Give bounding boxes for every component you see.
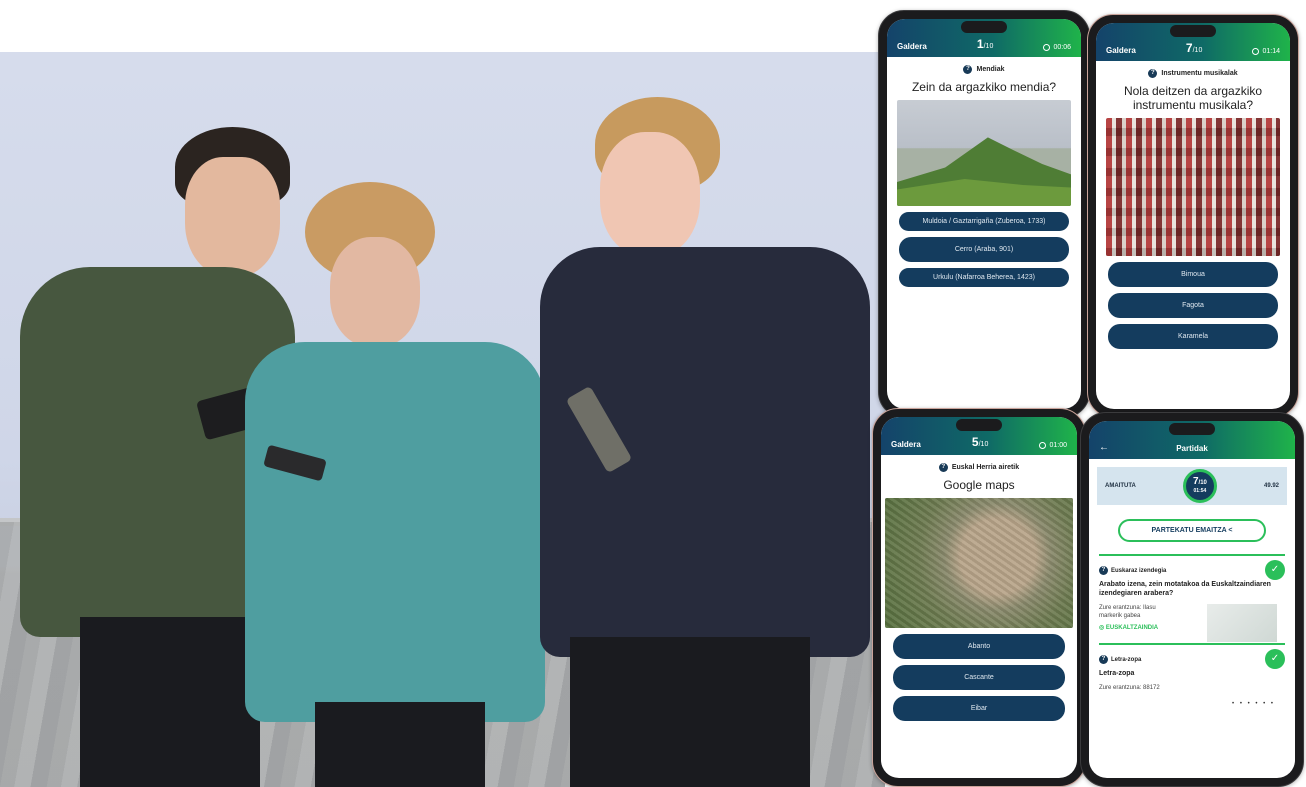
answer-button[interactable]: Bimoua	[1108, 262, 1278, 287]
phone-screen-question-7: Galdera 7/10 01:14 ? Instrumentu musikala…	[1087, 14, 1299, 418]
girl-pants	[570, 637, 810, 787]
question-category: ? Mendiak	[887, 65, 1081, 74]
check-icon: ✓	[1265, 649, 1285, 669]
score-summary: AMAITUTA 7/10 01:54 49.92	[1097, 467, 1287, 505]
question-text: Nola deitzen da argazkiko instrumentu mu…	[1123, 84, 1263, 112]
status-label: AMAITUTA	[1105, 483, 1136, 489]
screen-title: Partidak	[1176, 444, 1208, 453]
phone-notch	[956, 419, 1002, 431]
question-category: ? Euskal Herria airetik	[881, 463, 1077, 472]
screen-title: Galdera	[897, 42, 927, 51]
info-icon: ?	[938, 463, 948, 472]
timer: 00:06	[1043, 44, 1071, 51]
question-text: Zein da argazkiko mendia?	[911, 80, 1057, 94]
woman-face	[330, 237, 420, 347]
clock-icon	[1252, 48, 1260, 55]
answer-list: Muldoia / Gaztarrigaña (Zuberoa, 1733) C…	[887, 206, 1081, 287]
clock-icon	[1039, 442, 1047, 449]
divider	[1099, 643, 1285, 645]
question-counter: 7/10	[1185, 41, 1203, 55]
question-text: Google maps	[943, 478, 1015, 492]
girl-jacket	[540, 247, 870, 657]
entry-answer: Zure erantzuna: 88172	[1099, 685, 1160, 691]
answer-button[interactable]: Abanto	[893, 634, 1065, 659]
timer: 01:14	[1252, 48, 1280, 55]
phone-screen-question-1: Galdera 1/10 00:06 ? Mendiak Zein da arga…	[878, 10, 1090, 418]
woman-figure	[245, 182, 545, 787]
question-category: ? Instrumentu musikalak	[1096, 69, 1290, 78]
girl-face	[600, 132, 700, 257]
mountain-image	[897, 100, 1071, 206]
question-counter: 5/10	[971, 435, 989, 449]
question-counter: 1/10	[976, 37, 994, 51]
woman-pants	[315, 702, 485, 787]
answer-button[interactable]: Muldoia / Gaztarrigaña (Zuberoa, 1733)	[899, 212, 1069, 231]
phone-screen-results: ← Partidak AMAITUTA 7/10 01:54 49.92 PAR…	[1080, 412, 1304, 787]
check-icon: ✓	[1265, 560, 1285, 580]
phone-notch	[961, 21, 1007, 33]
phone-notch	[1170, 25, 1216, 37]
info-icon: ?	[1148, 69, 1158, 78]
share-icon: <	[1228, 527, 1233, 534]
back-arrow-icon[interactable]: ←	[1099, 442, 1109, 453]
answer-button[interactable]: Cerro (Araba, 901)	[899, 237, 1069, 262]
phone-screen-question-5: Galdera 5/10 01:00 ? Euskal Herria aireti…	[872, 408, 1086, 787]
entry-question: Arabato izena, zein motatakoa da Euskalt…	[1099, 581, 1271, 597]
app-screen: Galdera 7/10 01:14 ? Instrumentu musikala…	[1096, 23, 1290, 409]
timer: 01:00	[1039, 442, 1067, 449]
entry-answer: Zure erantzuna: Ilasu markerik gabea	[1099, 605, 1156, 619]
satellite-map-image	[885, 498, 1073, 628]
entry-question: Letra-zopa	[1099, 670, 1135, 677]
entry-thumbnail	[1207, 604, 1277, 642]
woman-jacket	[245, 342, 545, 722]
answer-button[interactable]: Karamela	[1108, 324, 1278, 349]
app-screen: Galdera 5/10 01:00 ? Euskal Herria aireti…	[881, 417, 1077, 778]
share-result-button[interactable]: PARTEKATU EMAITZA <	[1118, 519, 1266, 542]
answer-list: Abanto Cascante Eibar	[881, 628, 1077, 721]
family-photo	[0, 52, 885, 787]
screen-title: Galdera	[1106, 46, 1136, 55]
answer-button[interactable]: Urkulu (Nafarroa Beherea, 1423)	[899, 268, 1069, 287]
answer-button[interactable]: Fagota	[1108, 293, 1278, 318]
score-badge: 7/10 01:54	[1182, 469, 1217, 503]
answer-button[interactable]: Eibar	[893, 696, 1065, 721]
app-screen: ← Partidak AMAITUTA 7/10 01:54 49.92 PAR…	[1089, 421, 1295, 778]
answer-list: Bimoua Fagota Karamela	[1096, 256, 1290, 349]
marching-band-image	[1106, 118, 1280, 256]
result-entry[interactable]: ? Euskaraz izendegia ✓ Arabato izena, zei…	[1099, 560, 1285, 642]
info-icon: ?	[1099, 655, 1108, 664]
answer-button[interactable]: Cascante	[893, 665, 1065, 690]
screen-title: Galdera	[891, 440, 921, 449]
letter-dots: • • • • • •	[1232, 701, 1275, 707]
boy-pants	[80, 617, 260, 787]
app-screen: Galdera 1/10 00:06 ? Mendiak Zein da arga…	[887, 19, 1081, 409]
girl-figure	[540, 97, 870, 787]
clock-icon	[1043, 44, 1051, 51]
phone-notch	[1169, 423, 1215, 435]
score-points: 49.92	[1263, 483, 1279, 489]
info-icon: ?	[963, 65, 973, 74]
result-entry[interactable]: ? Letra-zopa ✓ Letra-zopa Zure erantzuna:…	[1099, 649, 1285, 715]
divider	[1099, 554, 1285, 556]
info-icon: ?	[1099, 566, 1108, 575]
